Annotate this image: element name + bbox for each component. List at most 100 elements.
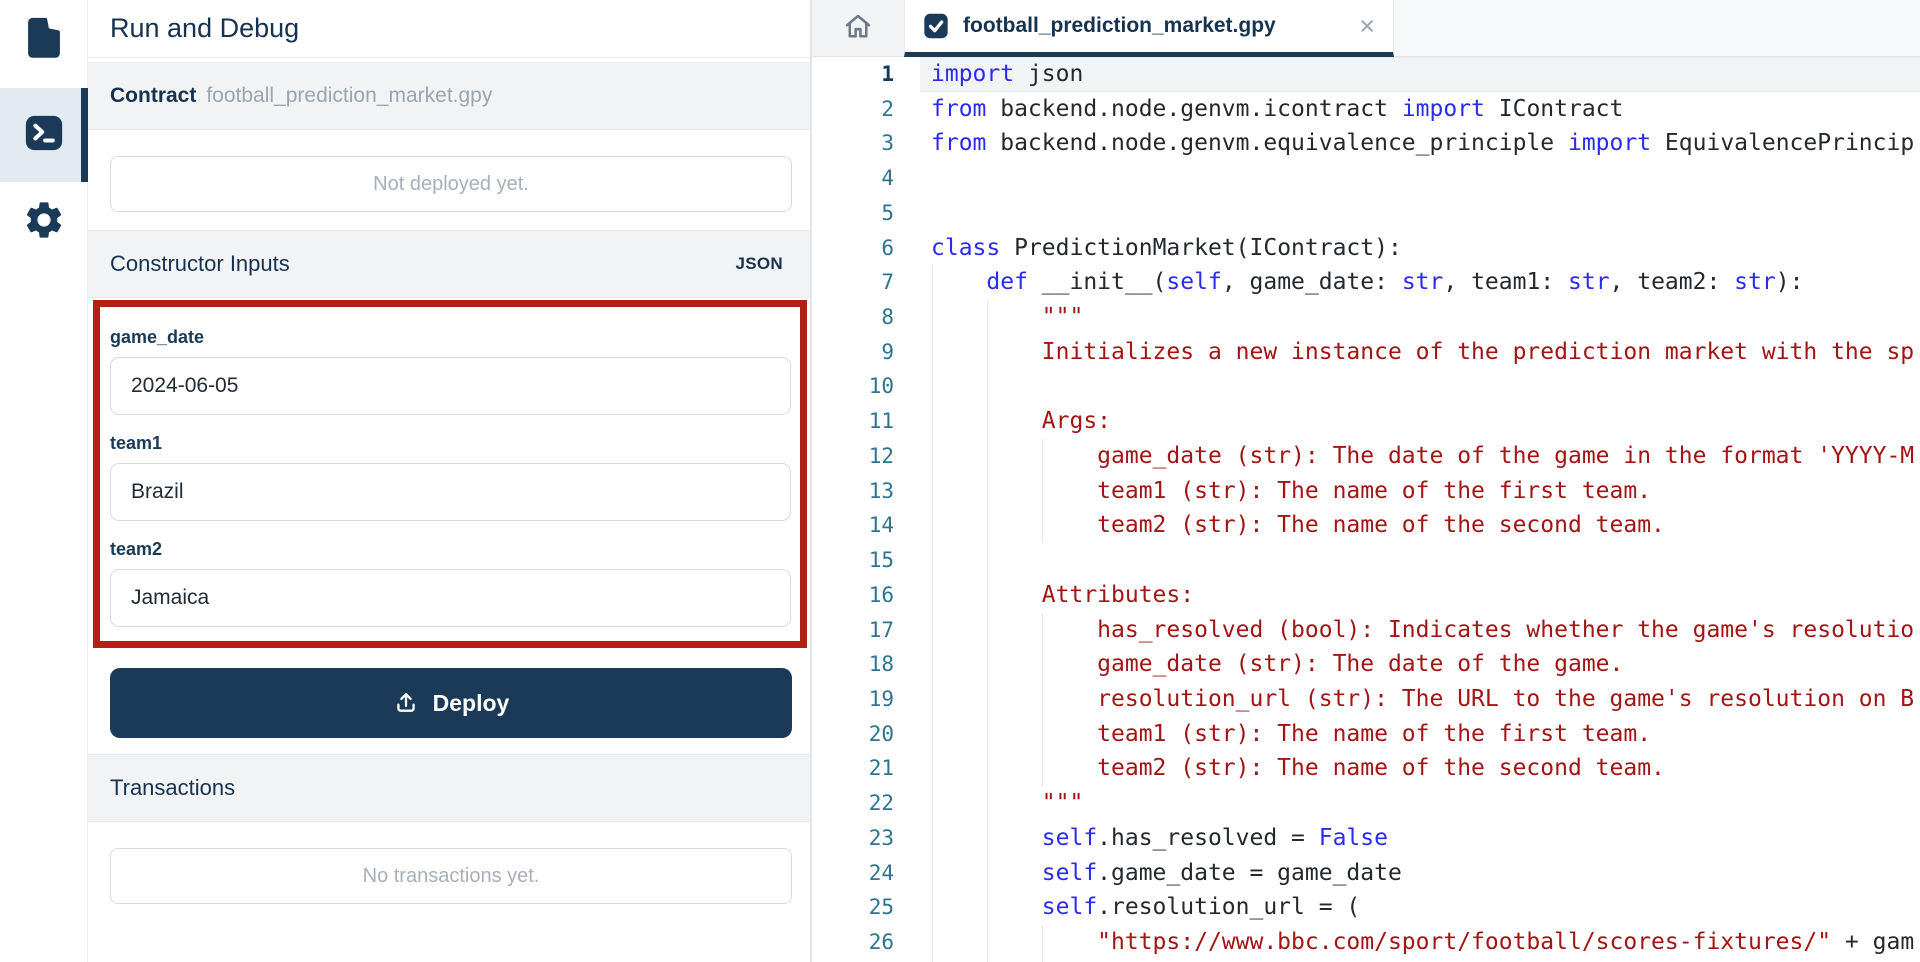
line-number: 22 <box>812 786 894 821</box>
team1-field[interactable] <box>110 463 791 521</box>
line-number: 10 <box>812 369 894 404</box>
code-line[interactable]: resolution_url (str): The URL to the gam… <box>920 682 1920 717</box>
line-number: 14 <box>812 508 894 543</box>
line-number: 15 <box>812 543 894 578</box>
line-number: 13 <box>812 474 894 509</box>
game-date-field[interactable] <box>110 357 791 415</box>
line-number: 20 <box>812 717 894 752</box>
field-label-team2: team2 <box>110 539 791 560</box>
activity-bar <box>0 0 88 962</box>
code-line[interactable]: def __init__(self, game_date: str, team1… <box>920 265 1920 300</box>
code-line[interactable]: team1 (str): The name of the first team. <box>920 717 1920 752</box>
contract-header: Contract football_prediction_market.gpy <box>88 62 810 130</box>
code-line[interactable]: self.resolution_url = ( <box>920 890 1920 925</box>
code-line[interactable]: game_date (str): The date of the game. <box>920 647 1920 682</box>
transactions-header: Transactions <box>88 754 810 822</box>
line-number: 9 <box>812 335 894 370</box>
transactions-empty-text: No transactions yet. <box>363 865 540 888</box>
line-number: 26 <box>812 925 894 960</box>
team2-field[interactable] <box>110 569 791 627</box>
indent-guide <box>932 265 933 962</box>
line-number: 17 <box>812 613 894 648</box>
editor-tab-bar: football_prediction_market.gpy × <box>812 0 1920 57</box>
json-toggle[interactable]: JSON <box>736 254 784 274</box>
code-line[interactable]: Attributes: <box>920 578 1920 613</box>
line-number: 6 <box>812 231 894 266</box>
code-line[interactable] <box>920 196 1920 231</box>
field-label-game-date: game_date <box>110 327 791 348</box>
code-line[interactable] <box>920 369 1920 404</box>
code-line[interactable]: self.game_date = game_date <box>920 856 1920 891</box>
line-numbers: 1234567891011121314151617181920212223242… <box>812 57 920 962</box>
code-line[interactable] <box>920 161 1920 196</box>
field-label-team1: team1 <box>110 433 791 454</box>
line-number: 24 <box>812 856 894 891</box>
code-line[interactable]: has_resolved (bool): Indicates whether t… <box>920 613 1920 648</box>
deploy-status-box: Not deployed yet. <box>110 156 792 212</box>
indent-guide <box>1042 613 1043 787</box>
sidebar-item-files[interactable] <box>0 8 88 72</box>
sidebar-item-settings[interactable] <box>0 192 88 252</box>
code-line[interactable]: """ <box>920 300 1920 335</box>
code-line[interactable]: self.has_resolved = False <box>920 821 1920 856</box>
code-line[interactable]: team2 (str): The name of the second team… <box>920 508 1920 543</box>
line-number: 8 <box>812 300 894 335</box>
panel-header: Run and Debug <box>88 0 810 58</box>
code-line[interactable]: team2 (str): The name of the second team… <box>920 751 1920 786</box>
line-number: 4 <box>812 161 894 196</box>
tab-title: football_prediction_market.gpy <box>963 14 1344 38</box>
line-number: 11 <box>812 404 894 439</box>
deploy-status-text: Not deployed yet. <box>373 173 529 196</box>
line-number: 12 <box>812 439 894 474</box>
gear-icon <box>22 198 66 247</box>
transactions-title: Transactions <box>110 775 235 801</box>
line-number: 3 <box>812 126 894 161</box>
tab-bar-empty-area <box>1394 0 1920 57</box>
code-line[interactable]: Args: <box>920 404 1920 439</box>
code-lines[interactable]: import jsonfrom backend.node.genvm.icont… <box>920 57 1920 962</box>
code-line[interactable]: """ <box>920 786 1920 821</box>
home-icon <box>843 11 873 46</box>
code-line[interactable]: class PredictionMarket(IContract): <box>920 231 1920 266</box>
deploy-button[interactable]: Deploy <box>110 668 792 738</box>
line-number: 5 <box>812 196 894 231</box>
line-number: 25 <box>812 890 894 925</box>
deploy-button-label: Deploy <box>433 690 510 717</box>
indent-guide <box>1042 925 1043 962</box>
constructor-inputs-title: Constructor Inputs <box>110 251 290 277</box>
code-line[interactable]: "https://www.bbc.com/sport/football/scor… <box>920 925 1920 960</box>
line-number: 1 <box>812 57 894 92</box>
annotation-highlight-rectangle: game_date team1 team2 <box>93 300 807 648</box>
line-number: 23 <box>812 821 894 856</box>
file-icon <box>21 12 67 69</box>
home-button[interactable] <box>812 0 904 57</box>
upload-icon <box>393 690 419 716</box>
code-line[interactable]: import json <box>920 57 1920 92</box>
indent-guide <box>987 300 988 962</box>
page-title: Run and Debug <box>110 13 299 44</box>
code-line[interactable]: game_date (str): The date of the game in… <box>920 439 1920 474</box>
contract-label: Contract <box>110 84 196 108</box>
app-window: Run and Debug Contract football_predicti… <box>0 0 1920 962</box>
sidebar-item-run-debug[interactable] <box>0 88 88 182</box>
run-debug-panel: Run and Debug Contract football_predicti… <box>88 0 810 962</box>
terminal-icon <box>21 112 67 159</box>
file-check-icon <box>922 12 950 40</box>
code-line[interactable]: from backend.node.genvm.icontract import… <box>920 92 1920 127</box>
editor: football_prediction_market.gpy × 1234567… <box>810 0 1920 962</box>
code-line[interactable]: team1 (str): The name of the first team. <box>920 474 1920 509</box>
code-editor: 1234567891011121314151617181920212223242… <box>812 57 1920 962</box>
contract-filename: football_prediction_market.gpy <box>206 84 492 108</box>
line-number: 16 <box>812 578 894 613</box>
code-line[interactable]: from backend.node.genvm.equivalence_prin… <box>920 126 1920 161</box>
line-number: 2 <box>812 92 894 127</box>
tab-football-prediction-market[interactable]: football_prediction_market.gpy × <box>904 0 1394 57</box>
transactions-empty-box: No transactions yet. <box>110 848 792 904</box>
code-line[interactable] <box>920 543 1920 578</box>
close-icon[interactable]: × <box>1357 13 1377 40</box>
code-line[interactable]: Initializes a new instance of the predic… <box>920 335 1920 370</box>
line-number: 18 <box>812 647 894 682</box>
constructor-inputs-header: Constructor Inputs JSON <box>88 230 810 298</box>
indent-guide <box>1042 439 1043 543</box>
line-number: 21 <box>812 751 894 786</box>
